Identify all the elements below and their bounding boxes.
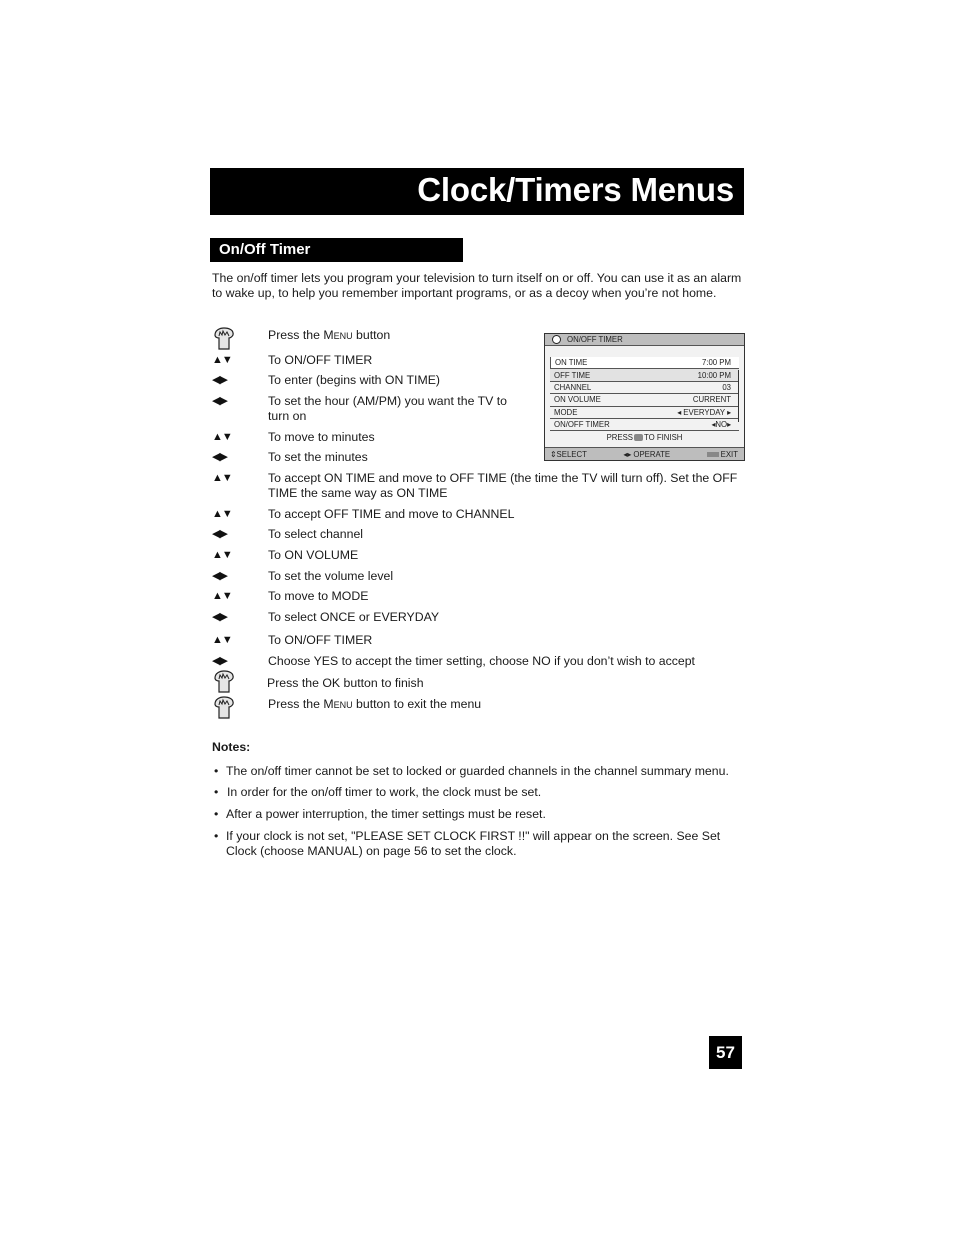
up-down-arrows-icon: ▲▼ [212,472,233,484]
step-text: Press the Menu button [268,328,391,342]
up-down-arrows-icon: ▲▼ [212,431,233,443]
menu-row-on-off-timer: ON/OFF TIMER ◂NO▸ [550,418,739,432]
menu-row-off-time: OFF TIME 10:00 PM [550,369,739,382]
step-text: Choose YES to accept the timer setting, … [268,654,695,668]
left-right-arrows-icon: ◀▶ [212,451,228,463]
up-down-arrows-icon: ▲▼ [212,549,233,561]
left-right-arrows-icon: ◀▶ [212,611,228,623]
exit-hint: EXIT [706,450,738,459]
page-title: Clock/Timers Menus [417,171,734,208]
step-text: Press the Menu button to exit the menu [268,697,482,711]
step-text: To ON/OFF TIMER [268,633,373,647]
step-text: To set the minutes [268,450,368,464]
menu-button-icon [706,451,719,457]
page-title-bar: Clock/Timers Menus [210,168,744,215]
page-number: 57 [709,1036,742,1069]
step-text: Press the OK button to finish [267,676,424,690]
section-header-bar: On/Off Timer [210,238,463,262]
menu-row-mode: MODE ◂ EVERYDAY ▸ [550,406,739,419]
menu-row-channel: CHANNEL 03 [550,381,739,395]
step-text: To ON VOLUME [268,548,359,562]
step-text: To move to minutes [268,430,375,444]
select-hint: ⇕SELECT [550,449,587,459]
press-ok-hint: PRESS TO FINISH [606,433,683,442]
up-down-arrows-icon: ▲▼ [212,354,233,366]
menu-row-on-time: ON TIME 7:00 PM [550,357,739,370]
operate-hint: ◂▸ OPERATE [623,449,671,459]
left-right-arrows-icon: ◀▶ [212,395,228,407]
menu-header: ON/OFF TIMER [545,334,744,346]
step-text: To accept OFF TIME and move to CHANNEL [268,507,515,521]
step-text: To move to MODE [268,589,369,603]
menu-rows: ON TIME 7:00 PM OFF TIME 10:00 PM CHANNEL 0… [550,357,739,432]
left-right-arrows-icon: ◀▶ [212,374,228,386]
section-title: On/Off Timer [219,241,311,258]
hand-press-icon [212,696,248,720]
hand-press-icon [212,670,248,694]
up-down-arrows-icon: ▲▼ [212,634,233,646]
scroll-indicator [734,370,739,422]
step-text: To ON/OFF TIMER [268,353,373,367]
clock-icon [552,335,561,344]
up-down-arrows-icon: ▲▼ [212,508,233,520]
step-text: To accept ON TIME and move to OFF TIME (… [268,471,738,500]
on-off-timer-menu-screenshot: ON/OFF TIMER ON TIME 7:00 PM OFF TIME 10:0… [544,333,745,461]
up-down-arrows-icon: ▲▼ [212,590,233,602]
hand-press-icon [212,327,248,351]
menu-title: ON/OFF TIMER [567,335,623,344]
left-right-arrows-icon: ◀▶ [212,528,228,540]
notes-heading: Notes: [212,740,251,754]
left-right-arrows-icon: ◀▶ [212,655,228,667]
step-text: To set the hour (AM/PM) you want the TV … [268,394,507,423]
step-text: To select channel [268,527,364,541]
step-text: To set the volume level [268,569,394,583]
step-text: To enter (begins with ON TIME) [268,373,440,387]
step-text: To select ONCE or EVERYDAY [268,610,440,624]
ok-button-icon [634,434,643,442]
left-right-arrows-icon: ◀▶ [212,570,228,582]
intro-paragraph: The on/off timer lets you program your t… [212,271,742,300]
menu-footer: ⇕SELECT ◂▸ OPERATE EXIT [545,447,744,460]
menu-row-on-volume: ON VOLUME CURRENT [550,394,739,407]
